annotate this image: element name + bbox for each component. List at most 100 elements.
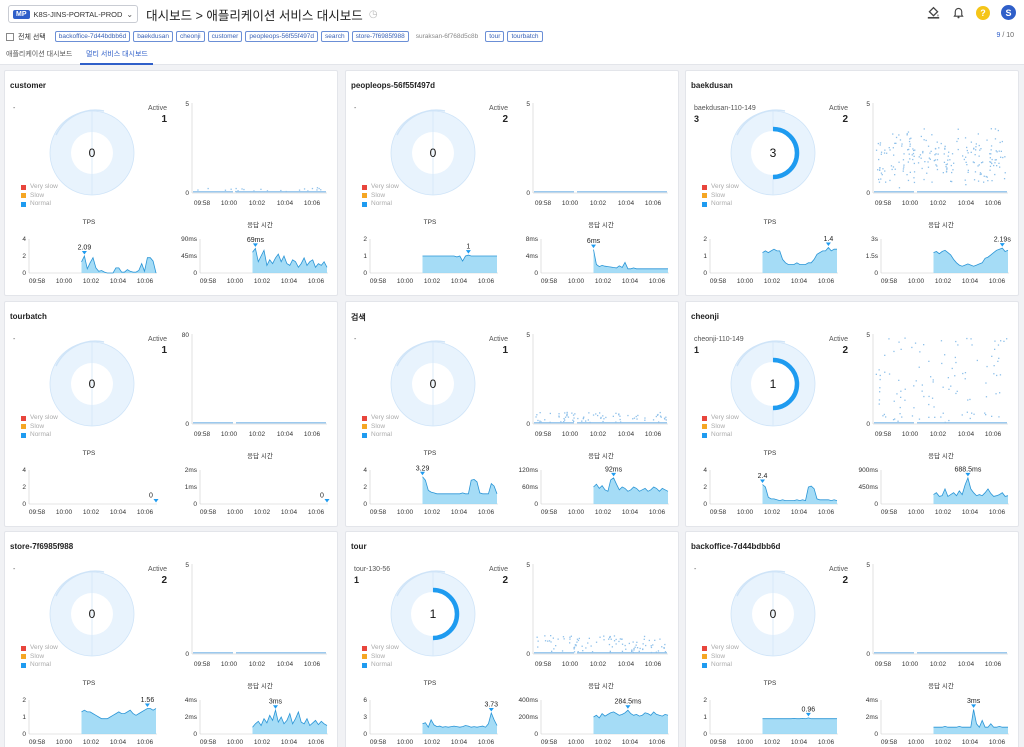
scatter-point <box>879 391 881 393</box>
scatter-point <box>564 416 567 418</box>
speed-legend: Very slow Slow Normal <box>21 644 58 670</box>
response-scatter-chart: 5 0 09:58 10:00 10:02 10:04 10:06 <box>866 562 1008 668</box>
legend-label: Slow <box>711 422 726 430</box>
tps-chart: 2 1 009:58 10:00 10:02 10:04 10:06 1 <box>363 236 498 285</box>
legend-label: Very slow <box>371 183 399 190</box>
service-card[interactable]: baekdusan baekdusan-110-149 3 Active 2 3 Very … <box>685 70 1019 296</box>
x-tick-label: 10:04 <box>451 739 468 746</box>
y-tick-label: 60ms <box>522 484 539 491</box>
scatter-point <box>931 134 933 136</box>
scatter-point <box>588 637 590 639</box>
service-card[interactable]: cheonji cheonji-110-149 1 Active 2 1 Very slow… <box>685 301 1019 527</box>
legend-item: Slow <box>362 653 399 662</box>
legend-item: Very slow <box>21 644 58 653</box>
x-tick-label: 10:00 <box>227 278 244 285</box>
service-filter-chip[interactable]: customer <box>207 31 243 42</box>
scatter-point <box>879 387 881 389</box>
legend-label: Very slow <box>30 414 58 421</box>
service-card[interactable]: peopleops-56f55f497d - Active 2 0 Very slow Sl… <box>345 70 679 296</box>
x-tick-label: 10:02 <box>764 278 781 285</box>
y-tick-label: 90ms <box>181 236 198 243</box>
peak-label: 0.96 <box>802 706 816 713</box>
x-tick-label: 10:02 <box>930 661 947 668</box>
tab-app-dashboard[interactable]: 애플리케이션 대시보드 <box>6 49 72 59</box>
service-card[interactable]: customer - Active 1 0 Very slow Slow Normal 5 0 09… <box>4 70 338 296</box>
scatter-point <box>927 161 929 163</box>
legend-label: Normal <box>371 431 392 438</box>
legend-swatch <box>702 424 707 430</box>
scatter-point <box>877 142 879 145</box>
service-filter-chip[interactable]: baekdusan <box>133 31 173 42</box>
peak-marker <box>825 242 831 246</box>
x-tick-label: 09:58 <box>29 509 46 516</box>
scatter-point <box>891 168 893 171</box>
service-filter-chip[interactable]: peopleops-56f55f497d <box>245 31 319 42</box>
service-card[interactable]: store-7f6985f988 - Active 2 0 Very slow Slow No… <box>4 531 338 747</box>
tab-multi-service-dashboard[interactable]: 멀티 서비스 대시보드 <box>86 49 148 59</box>
scatter-point <box>989 157 991 159</box>
response-scatter-chart: 5 0 09:58 10:00 10:02 10:04 10:06 <box>866 332 1008 438</box>
help-icon[interactable]: ? <box>976 5 990 20</box>
y-tick-label: 2 <box>703 236 707 243</box>
active-label: Active <box>488 336 508 343</box>
service-filter-chip[interactable]: suraksan-6f768d5c8b <box>412 31 483 42</box>
y-tick-label: 1 <box>22 714 26 721</box>
y-tick-label: 0 <box>534 501 538 508</box>
legend-label: Normal <box>30 200 51 207</box>
service-filter-chip[interactable]: backoffice-7d44bdbb6d <box>54 31 131 42</box>
legend-swatch <box>21 432 26 438</box>
active-label: Active <box>147 566 167 573</box>
x-tick-label: 09:58 <box>194 661 211 668</box>
response-scatter-chart: 5 0 09:58 10:00 10:02 10:04 10:06 <box>866 101 1008 207</box>
scatter-point <box>603 639 605 641</box>
scatter-point <box>878 181 881 183</box>
scatter-point <box>883 152 886 154</box>
scatter-point <box>902 159 905 161</box>
service-filter-chip[interactable]: tourbatch <box>507 31 543 42</box>
speed-legend: Very slow Slow Normal <box>362 183 399 209</box>
project-selector[interactable]: MP K8S-JINS-PORTAL-PROD ⌄ <box>8 5 139 23</box>
scatter-point <box>997 360 999 362</box>
bell-icon[interactable] <box>951 6 965 20</box>
service-card[interactable]: tour tour-130-56 1 Active 2 1 Very slow Slow Nor… <box>345 531 679 747</box>
history-icon[interactable]: ◷ <box>369 9 378 20</box>
scatter-point <box>243 188 245 191</box>
x-tick-label: 10:04 <box>110 739 127 746</box>
x-tick-label: 10:00 <box>56 278 73 285</box>
x-tick-label: 10:02 <box>424 509 441 516</box>
legend-item: Normal <box>702 431 739 440</box>
service-filter-chip[interactable]: store-7f6985f988 <box>351 31 409 42</box>
scatter-point <box>909 143 911 145</box>
scatter-point <box>544 635 546 637</box>
x-tick-label: 10:02 <box>254 278 271 285</box>
select-all-checkbox[interactable] <box>6 32 14 41</box>
scatter-point <box>318 187 320 190</box>
scatter-point <box>613 640 616 642</box>
service-filter-chip[interactable]: tour <box>485 31 505 42</box>
scatter-point <box>994 128 997 130</box>
x-tick-label: 10:06 <box>137 278 154 285</box>
service-card[interactable]: backoffice-7d44bdbb6d - Active 2 0 Very slow S… <box>685 531 1019 747</box>
service-card[interactable]: tourbatch - Active 1 0 Very slow Slow Normal 80 0… <box>4 301 338 527</box>
service-card[interactable]: 검색 - Active 1 0 Very slow Slow Normal 5 0 09:58 10:… <box>345 301 679 527</box>
scatter-point <box>572 414 575 416</box>
tab-bar: 애플리케이션 대시보드 멀티 서비스 대시보드 <box>0 45 1024 65</box>
peak-label: 2.19s <box>994 237 1012 244</box>
x-tick-label: 10:06 <box>304 661 321 668</box>
scatter-point <box>909 145 911 147</box>
scatter-point <box>957 128 959 130</box>
legend-item: Very slow <box>21 183 58 192</box>
legend-swatch <box>702 432 707 438</box>
scatter-point <box>903 153 905 155</box>
x-tick-label: 10:06 <box>308 509 325 516</box>
x-tick-label: 10:00 <box>562 661 579 668</box>
avatar[interactable]: S <box>1001 5 1016 20</box>
paint-bucket-icon[interactable] <box>926 6 940 20</box>
service-filter-chip[interactable]: cheonji <box>176 31 205 42</box>
x-tick-label: 10:06 <box>985 200 1002 207</box>
service-filter-chip[interactable]: search <box>321 31 349 42</box>
scatter-point <box>991 158 993 161</box>
donut-value: 0 <box>89 146 96 160</box>
response-time-chart: 900ms 450ms 009:58 10:00 10:02 10:04 10:06 688.… <box>858 466 1009 516</box>
scatter-point <box>913 181 916 184</box>
